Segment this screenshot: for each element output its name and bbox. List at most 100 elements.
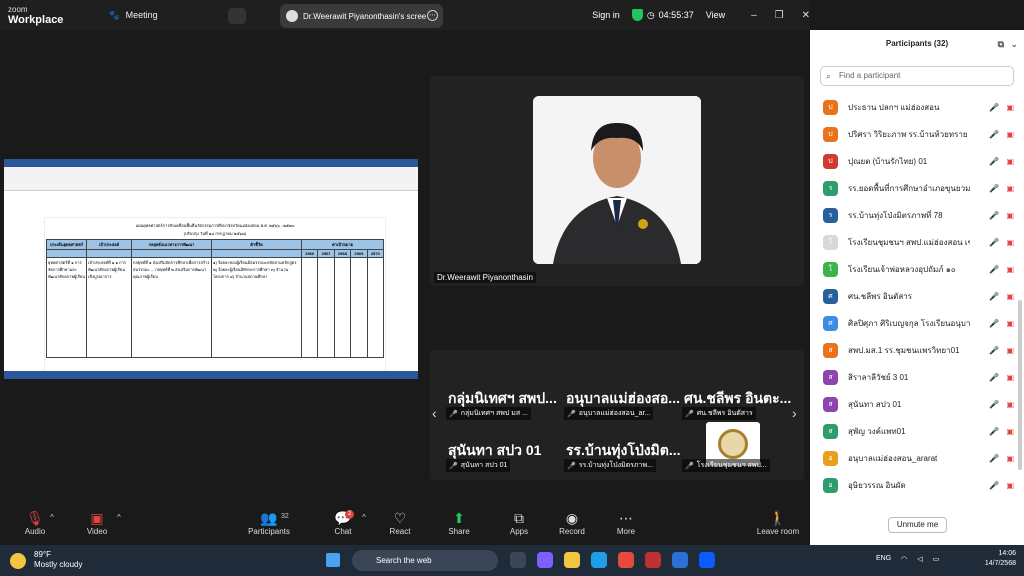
- video-off-icon: ▣: [1006, 427, 1014, 436]
- meeting-button[interactable]: 🐾 Meeting: [108, 10, 157, 21]
- speaker-icon[interactable]: ◁: [917, 555, 922, 563]
- participant-row[interactable]: อ อุษิยวรรณ อินผัด 🎤 ▣: [810, 472, 1024, 499]
- word-icon[interactable]: [672, 552, 688, 568]
- chrome-icon[interactable]: [618, 552, 634, 568]
- participant-row[interactable]: โ โรงเรียนเจ้าพ่อหลวงอุปถัมภ์ ๑๐ 🎤 ▣: [810, 256, 1024, 283]
- zoom-app-icon[interactable]: [699, 552, 715, 568]
- clock-icon: ◷: [646, 9, 655, 20]
- weather-temp: 89°F: [34, 550, 51, 559]
- participant-row[interactable]: อ อนุบาลแม่ฮ่องสอน_ararat 🎤 ▣: [810, 445, 1024, 472]
- video-off-icon: ▣: [1006, 400, 1014, 409]
- participant-search-input[interactable]: Find a participant: [820, 66, 1014, 86]
- wifi-icon[interactable]: ◠: [901, 555, 907, 563]
- gallery-tile[interactable]: รร.บ้านทุ่งโป่งมิต... 🎤 รร.บ้านทุ่งโป่งมิ…: [562, 422, 682, 478]
- clock-time: 14:06: [998, 550, 1016, 557]
- leave-room-button[interactable]: 🚶 Leave room: [748, 509, 808, 536]
- share-tab[interactable]: Dr.Weerawit Piyanonthasin's scree ⋯: [280, 4, 443, 28]
- participant-row[interactable]: ศ ศิลปิศุภา ศิริเบญจกุล โรงเรียนอนุบาล...…: [810, 310, 1024, 337]
- gallery-next-arrow[interactable]: ›: [792, 405, 797, 421]
- mic-off-icon: 🎤: [989, 373, 999, 382]
- gallery-tile[interactable]: 🎤 โรงเรียนชุมชนฯ สพป...: [680, 422, 800, 478]
- battery-icon[interactable]: ▭: [933, 555, 940, 563]
- participant-row[interactable]: ป ปริศรา วิริยะภาพ รร.บ้านห้วยทราย ส... 🎤 ▣: [810, 121, 1024, 148]
- popout-icon[interactable]: ⧉: [998, 30, 1004, 58]
- more-button[interactable]: ⋯ More: [601, 509, 651, 536]
- share-tab-label: Dr.Weerawit Piyanonthasin's scree: [303, 11, 427, 21]
- chat-options-chevron-icon[interactable]: ^: [362, 513, 366, 522]
- participants-count: 32: [281, 513, 289, 520]
- meeting-toolbar: 🎙 Audio ^ ▣ Video ^ 👥 Participants 32 💬 …: [0, 505, 810, 545]
- powerpoint-icon[interactable]: [645, 552, 661, 568]
- participants-panel: Participants (32) ⧉ ⌄ Find a participant…: [810, 30, 1024, 545]
- participant-row[interactable]: ศ ศน.ชลีพร อินตัสาร 🎤 ▣: [810, 283, 1024, 310]
- participant-row[interactable]: ส สุพัญ วงค์แพท01 🎤 ▣: [810, 418, 1024, 445]
- weather-widget[interactable]: 89°F Mostly cloudy: [34, 550, 82, 570]
- leave-label: Leave room: [756, 527, 800, 536]
- task-view-icon[interactable]: [510, 552, 526, 568]
- participant-row[interactable]: ร รร.ยอดพื้นที่การศึกษาอำเภอขุนยวม 01 🎤 ▣: [810, 175, 1024, 202]
- video-off-icon: ▣: [1006, 157, 1014, 166]
- video-off-icon: ▣: [1006, 373, 1014, 382]
- chat-label: Chat: [334, 527, 352, 536]
- chat-icon: 💬: [334, 510, 352, 526]
- sign-in-button[interactable]: Sign in: [592, 10, 620, 20]
- host-video[interactable]: Dr.Weerawit Piyanonthasin: [430, 76, 804, 286]
- mic-off-icon: 🎤: [989, 346, 999, 355]
- year-cell: 2570: [366, 249, 385, 258]
- participant-avatar: อ: [823, 451, 838, 466]
- sidebar-toggle-button[interactable]: [228, 8, 246, 24]
- host-photo: [533, 96, 701, 264]
- share-button[interactable]: ⬆ Share: [434, 509, 484, 536]
- panel-scrollbar[interactable]: [1018, 300, 1022, 470]
- participant-avatar: ศ: [823, 289, 838, 304]
- participant-name: อนุบาลแม่ฮ่องสอน_ararat: [848, 454, 938, 463]
- minimize-icon[interactable]: –: [751, 10, 757, 21]
- participant-row[interactable]: ส สิราลาลีวัชย์ 3 01 🎤 ▣: [810, 364, 1024, 391]
- chevron-down-icon[interactable]: ⌄: [1010, 30, 1018, 58]
- tile-label: 🎤 สุนันทา สปว 01: [446, 459, 511, 472]
- restore-icon[interactable]: ❐: [775, 10, 784, 21]
- participant-row[interactable]: ป ประธาน ปลกฯ แม่ฮ่องสอน 🎤 ▣: [810, 94, 1024, 121]
- shared-document: แผนยุทธศาสตร์การขับเคลื่อนพื้นที่นวัตกรร…: [4, 159, 418, 379]
- gallery-tile[interactable]: กลุ่มนิเทศฯ สพป... 🎤 กลุ่มนิเทศฯ สพป มส .…: [444, 370, 564, 426]
- participant-row[interactable]: โ โรงเรียนชุมชนฯ สพป.แม่ฮ่องสอน เขต ... 🎤 ▣: [810, 229, 1024, 256]
- video-options-chevron-icon[interactable]: ^: [117, 513, 121, 522]
- participant-row[interactable]: ป ปุณยต (บ้านรักไทย) 01 🎤 ▣: [810, 148, 1024, 175]
- gallery-tile[interactable]: สุนันทา สปว 01 🎤 สุนันทา สปว 01: [444, 422, 564, 478]
- copilot-icon[interactable]: [537, 552, 553, 568]
- close-icon[interactable]: ✕: [802, 10, 810, 21]
- chat-button[interactable]: 💬 Chat: [318, 509, 368, 536]
- year-cell: 2569: [350, 249, 368, 258]
- gallery-prev-arrow[interactable]: ‹: [432, 405, 437, 421]
- participant-row[interactable]: ส สพป.มส.1 รร.ชุมชนแพรวิทยา01 🎤 ▣: [810, 337, 1024, 364]
- gallery-tile[interactable]: อนุบาลแม่ฮ่องสอ... 🎤 อนุบาลแม่ฮ่องสอน_ar.…: [562, 370, 682, 426]
- participant-name: รร.ยอดพื้นที่การศึกษาอำเภอขุนยวม 01: [848, 184, 970, 193]
- start-icon[interactable]: [326, 553, 340, 567]
- mic-off-icon: 🎤: [567, 410, 576, 418]
- table-cell: ยุทธศาสตร์ที่ ๑ การจัดการศึกษาและพัฒนาศั…: [46, 257, 87, 358]
- edge-icon[interactable]: [591, 552, 607, 568]
- taskbar-search-input[interactable]: Search the web: [352, 550, 498, 571]
- participant-row[interactable]: ร รร.บ้านทุ่งโป่งมิตรภาพที่ 78 🎤 ▣: [810, 202, 1024, 229]
- gallery-tile[interactable]: ศน.ชลีพร อินตะ... 🎤 ศน.ชลีพร อินตัสาร: [680, 370, 800, 426]
- more-options-icon[interactable]: ⋯: [427, 10, 438, 21]
- file-explorer-icon[interactable]: [564, 552, 580, 568]
- word-title-bar: [4, 159, 418, 167]
- participant-name: ปุณยต (บ้านรักไทย) 01: [848, 157, 928, 166]
- record-button[interactable]: ◉ Record: [547, 509, 597, 536]
- apps-button[interactable]: ⧉ Apps: [494, 509, 544, 536]
- participant-name: ประธาน ปลกฯ แม่ฮ่องสอน: [848, 103, 940, 112]
- unmute-me-button[interactable]: Unmute me: [888, 517, 947, 533]
- zoom-logo: zoom Workplace: [0, 5, 63, 26]
- participant-avatar: ส: [823, 424, 838, 439]
- view-button[interactable]: View: [706, 10, 725, 20]
- word-status-bar: [4, 371, 418, 379]
- language-indicator[interactable]: ENG: [876, 555, 891, 563]
- audio-options-chevron-icon[interactable]: ^: [50, 513, 54, 522]
- year-cell: 2568: [333, 249, 352, 258]
- clock[interactable]: 14:06 14/7/2568: [985, 549, 1016, 569]
- video-button[interactable]: ▣ Video: [72, 509, 122, 536]
- react-button[interactable]: ♡ React: [375, 509, 425, 536]
- participant-avatar: ศ: [823, 316, 838, 331]
- participant-row[interactable]: ส สุนันทา สปว 01 🎤 ▣: [810, 391, 1024, 418]
